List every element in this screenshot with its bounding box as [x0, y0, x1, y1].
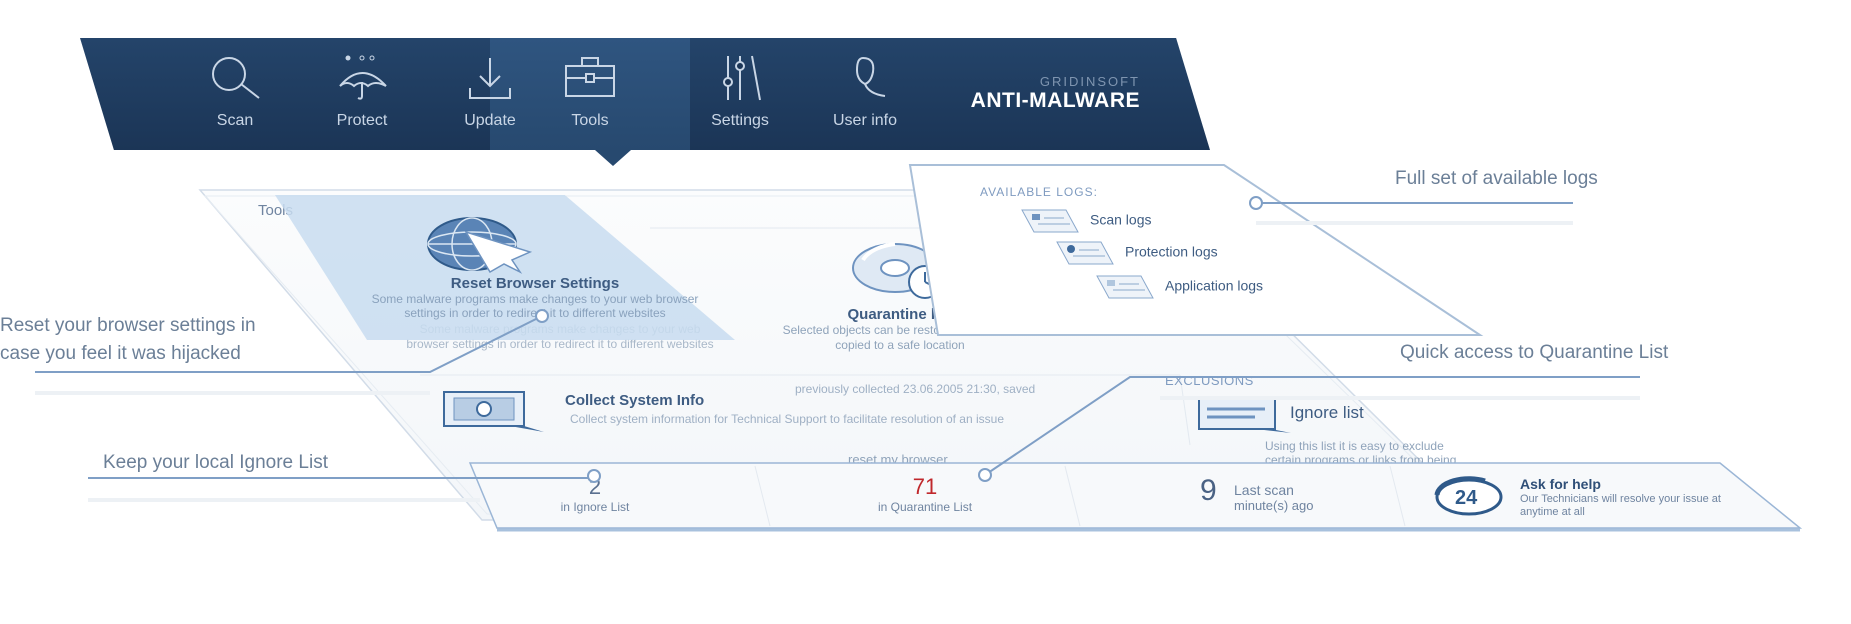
callout-logs: Full set of available logs	[1395, 168, 1598, 189]
callout-reset: Reset your browser settings in case you …	[0, 315, 256, 364]
callout-quarantine: Quick access to Quarantine List	[1400, 342, 1669, 363]
callout-ignore: Keep your local Ignore List	[103, 452, 328, 473]
